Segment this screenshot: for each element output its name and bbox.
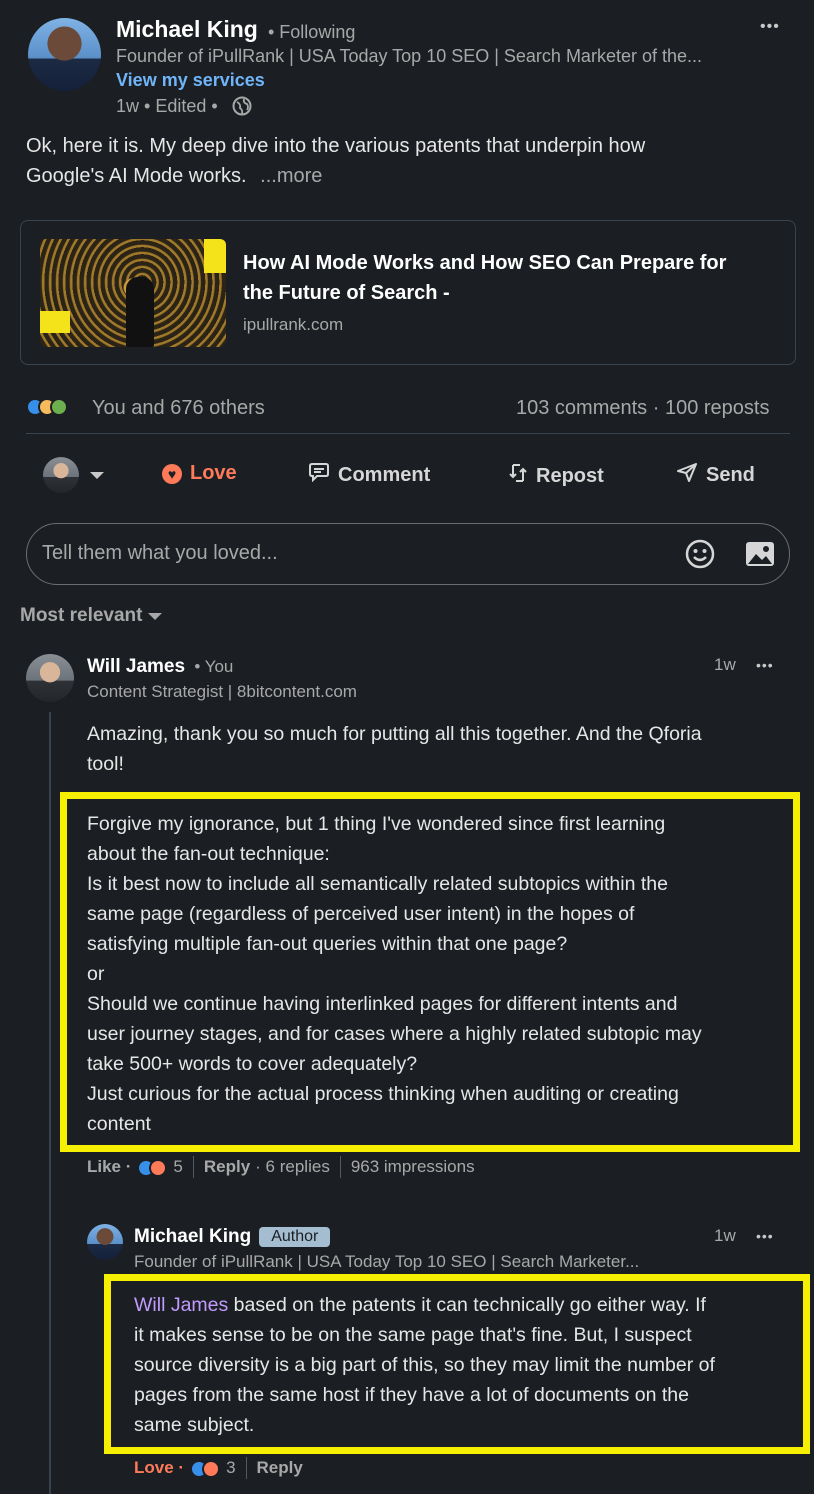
reactions-summary[interactable]: You and 676 others (92, 397, 265, 420)
comment-icon (308, 462, 330, 488)
comment-line: same page (regardless of perceived user … (87, 903, 635, 925)
love-reaction-icon (149, 1158, 168, 1177)
post-author-name[interactable]: Michael King (116, 16, 258, 43)
reply-reaction-icons[interactable] (190, 1458, 221, 1478)
comment-button[interactable]: Comment (308, 462, 430, 488)
comment-line: Forgive my ignorance, but 1 thing I've w… (87, 813, 666, 835)
reply-text: Will James based on the patents it can t… (134, 1290, 715, 1440)
reply-line: pages from the same host if they have a … (134, 1384, 689, 1406)
post-author-headline: Founder of iPullRank | USA Today Top 10 … (116, 46, 702, 66)
impressions-count: 963 impressions (350, 1157, 475, 1176)
post-body-line-1: Ok, here it is. My deep dive into the va… (26, 135, 646, 157)
repost-button[interactable]: Repost (508, 462, 604, 490)
reply-line: same subject. (134, 1414, 255, 1436)
comment-time: 1w (714, 655, 736, 674)
emoji-icon[interactable] (684, 538, 716, 575)
image-icon[interactable] (744, 540, 776, 573)
comments-reposts-count[interactable]: 103 comments · 100 reposts (516, 397, 769, 420)
thread-line (49, 712, 51, 1494)
reply-author-name[interactable]: Michael King Author (134, 1226, 331, 1248)
reply-author-avatar[interactable] (87, 1224, 123, 1260)
comment-line: Should we continue having interlinked pa… (87, 993, 678, 1015)
comment-line: satisfying multiple fan-out queries with… (87, 933, 568, 955)
comment-line: content (87, 1113, 151, 1135)
comment-text-line-2: tool! (87, 753, 124, 775)
comment-line: user journey stages, and for cases where… (87, 1023, 702, 1045)
see-more-link[interactable]: ...more (260, 165, 322, 187)
reply-time: 1w (714, 1226, 736, 1245)
reply-line: source diversity is a big part of this, … (134, 1354, 715, 1376)
globe-icon (232, 96, 252, 116)
author-badge: Author (259, 1227, 331, 1247)
comment-highlighted-text: Forgive my ignorance, but 1 thing I've w… (87, 809, 702, 1139)
commenter-headline: Content Strategist | 8bitcontent.com (87, 682, 357, 701)
article-title-line-2[interactable]: the Future of Search - (243, 282, 450, 305)
comment-actions: Like · 5 Reply · 6 replies 963 impressio… (87, 1156, 475, 1178)
comment-input-placeholder[interactable]: Tell them what you loved... (42, 542, 278, 565)
comment-menu-button[interactable]: ••• (756, 658, 774, 672)
comment-line: or (87, 963, 105, 985)
mention-link[interactable]: Will James (134, 1294, 228, 1316)
follow-status: • Following (268, 22, 356, 42)
comment-line: about the fan-out technique: (87, 843, 330, 865)
comment-line: take 500+ words to cover adequately? (87, 1053, 418, 1075)
post-body-line-2: Google's AI Mode works. ...more (26, 161, 322, 191)
love-reaction-icon (202, 1459, 221, 1478)
reply-menu-button[interactable]: ••• (756, 1229, 774, 1243)
comment-line: Is it best now to include all semantical… (87, 873, 668, 895)
reaction-icons[interactable] (26, 398, 68, 416)
celebrate-reaction-icon (50, 398, 68, 416)
article-domain: ipullrank.com (243, 315, 344, 334)
reply-line: it makes sense to be on the same page th… (134, 1324, 692, 1346)
replies-count[interactable]: · 6 replies (255, 1157, 330, 1177)
reply-actions: Love · 3 Reply (134, 1457, 303, 1479)
article-thumbnail[interactable] (40, 239, 226, 347)
comment-text-line-1: Amazing, thank you so much for putting a… (87, 723, 702, 745)
heart-icon: ♥ (162, 463, 182, 484)
reply-line: Will James based on the patents it can t… (134, 1294, 706, 1316)
post-author-avatar[interactable] (28, 18, 101, 91)
commenter-name[interactable]: Will James • You (87, 656, 233, 678)
reply-to-reply-button[interactable]: Reply (257, 1458, 303, 1478)
divider (26, 433, 790, 434)
chevron-down-icon[interactable] (90, 472, 104, 479)
post-body-text: Google's AI Mode works. (26, 165, 247, 187)
reply-button[interactable]: Reply (204, 1157, 250, 1177)
sort-dropdown[interactable]: Most relevant (20, 605, 163, 627)
love-button[interactable]: ♥ Love (162, 462, 237, 485)
post-menu-button[interactable]: ••• (760, 19, 780, 35)
actor-avatar[interactable] (43, 457, 79, 493)
reply-reaction-count[interactable]: 3 (226, 1458, 235, 1478)
send-icon (676, 462, 698, 488)
love-reply-button[interactable]: Love · (134, 1458, 184, 1478)
post-timestamp: 1w • Edited • (116, 96, 218, 116)
comment-line: Just curious for the actual process thin… (87, 1083, 679, 1105)
like-comment-button[interactable]: Like · (87, 1157, 131, 1177)
article-title-line-1[interactable]: How AI Mode Works and How SEO Can Prepar… (243, 252, 726, 275)
view-services-link[interactable]: View my services (116, 70, 265, 91)
send-button[interactable]: Send (676, 462, 755, 488)
comment-reaction-count[interactable]: 5 (173, 1157, 182, 1177)
commenter-avatar[interactable] (26, 654, 74, 702)
repost-icon (508, 462, 528, 490)
reply-author-headline: Founder of iPullRank | USA Today Top 10 … (134, 1252, 640, 1271)
chevron-down-icon (148, 612, 163, 620)
comment-reaction-icons[interactable] (137, 1157, 168, 1177)
